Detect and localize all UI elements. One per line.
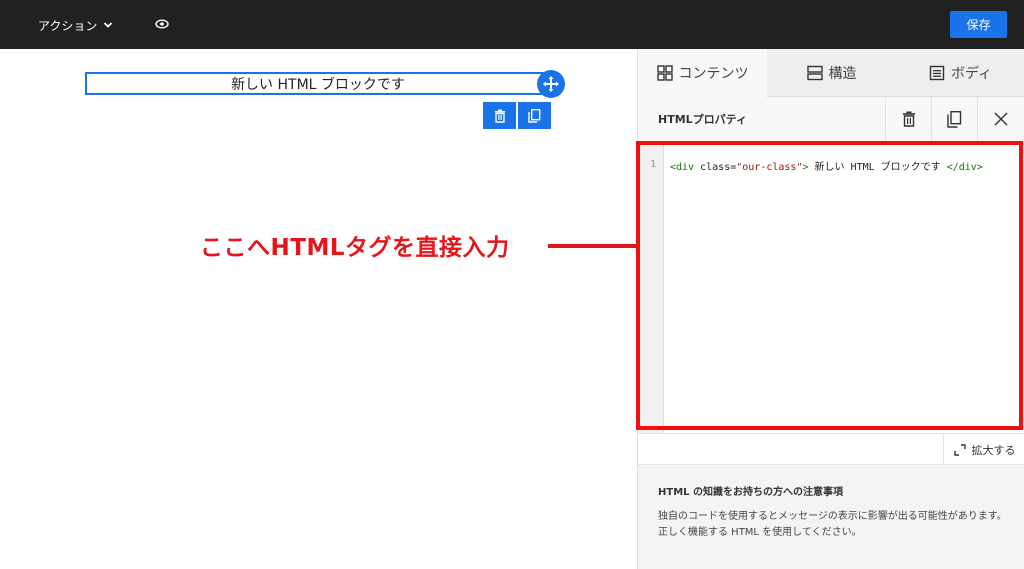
delete-block-button[interactable] [483,102,516,129]
code-open-tag: <div [670,162,695,173]
note-body: 独自のコードを使用するとメッセージの表示に影響が出る可能性があります。正しく機能… [658,511,1007,538]
block-toolbar [483,102,551,129]
code-end-tag: </div> [946,162,983,173]
copy-icon [947,110,962,128]
action-menu[interactable]: アクション [38,15,113,35]
code-attr-value: "our-class" [736,162,803,173]
duplicate-block-button[interactable] [518,102,551,129]
annotation-text: ここへHTMLタグを直接入力 [200,235,510,261]
rows-icon [806,65,823,80]
grid-icon [656,65,673,81]
expand-icon [953,443,966,456]
code-text: 新しい HTML ブロックです [808,162,947,173]
properties-header: HTMLプロパティ [638,97,1024,142]
top-bar: アクション 保存 [0,0,1024,49]
close-button[interactable] [977,97,1023,141]
code-attr: class= [694,162,737,173]
copy-icon [528,108,541,123]
code-editor[interactable]: 1 <div class="our-class"> 新しい HTML ブロックで… [638,142,1024,433]
line-number: 1 [650,159,657,170]
delete-button[interactable] [885,97,931,141]
html-block-text: 新しい HTML ブロックです [231,76,405,93]
move-icon[interactable] [537,70,565,98]
code-line[interactable]: <div class="our-class"> 新しい HTML ブロックです … [670,158,983,173]
expand-label: 拡大する [971,443,1016,457]
tab-content[interactable]: コンテンツ [638,49,767,97]
action-menu-label: アクション [38,18,98,33]
trash-icon [494,109,505,123]
tab-body-label: ボディ [950,65,993,82]
tab-structure-label: 構造 [828,65,857,82]
close-icon [993,112,1008,126]
tab-body[interactable]: ボディ [896,49,1024,97]
tab-content-label: コンテンツ [678,66,749,82]
panel-tabs: コンテンツ 構造 ボディ [638,49,1024,97]
properties-panel: コンテンツ 構造 ボディ HTMLプロパティ 1 <div class="our… [637,49,1024,569]
save-button[interactable]: 保存 [950,11,1007,38]
tab-structure[interactable]: 構造 [767,49,896,97]
note-title: HTML の知識をお持ちの方への注意事項 [658,487,843,498]
expand-button[interactable]: 拡大する [943,434,1024,465]
html-block[interactable]: 新しい HTML ブロックです [85,72,551,95]
document-icon [929,65,945,80]
app-root: アクション 保存 新しい HTML ブロックです ここへHTMLタグを直接入力 … [0,0,1024,569]
properties-title: HTMLプロパティ [658,113,748,126]
trash-icon [902,111,915,127]
expand-row: 拡大する [638,433,1024,465]
chevron-down-icon [104,22,113,28]
duplicate-button[interactable] [931,97,977,141]
line-gutter: 1 [638,142,664,433]
preview-eye-icon[interactable] [152,14,172,34]
